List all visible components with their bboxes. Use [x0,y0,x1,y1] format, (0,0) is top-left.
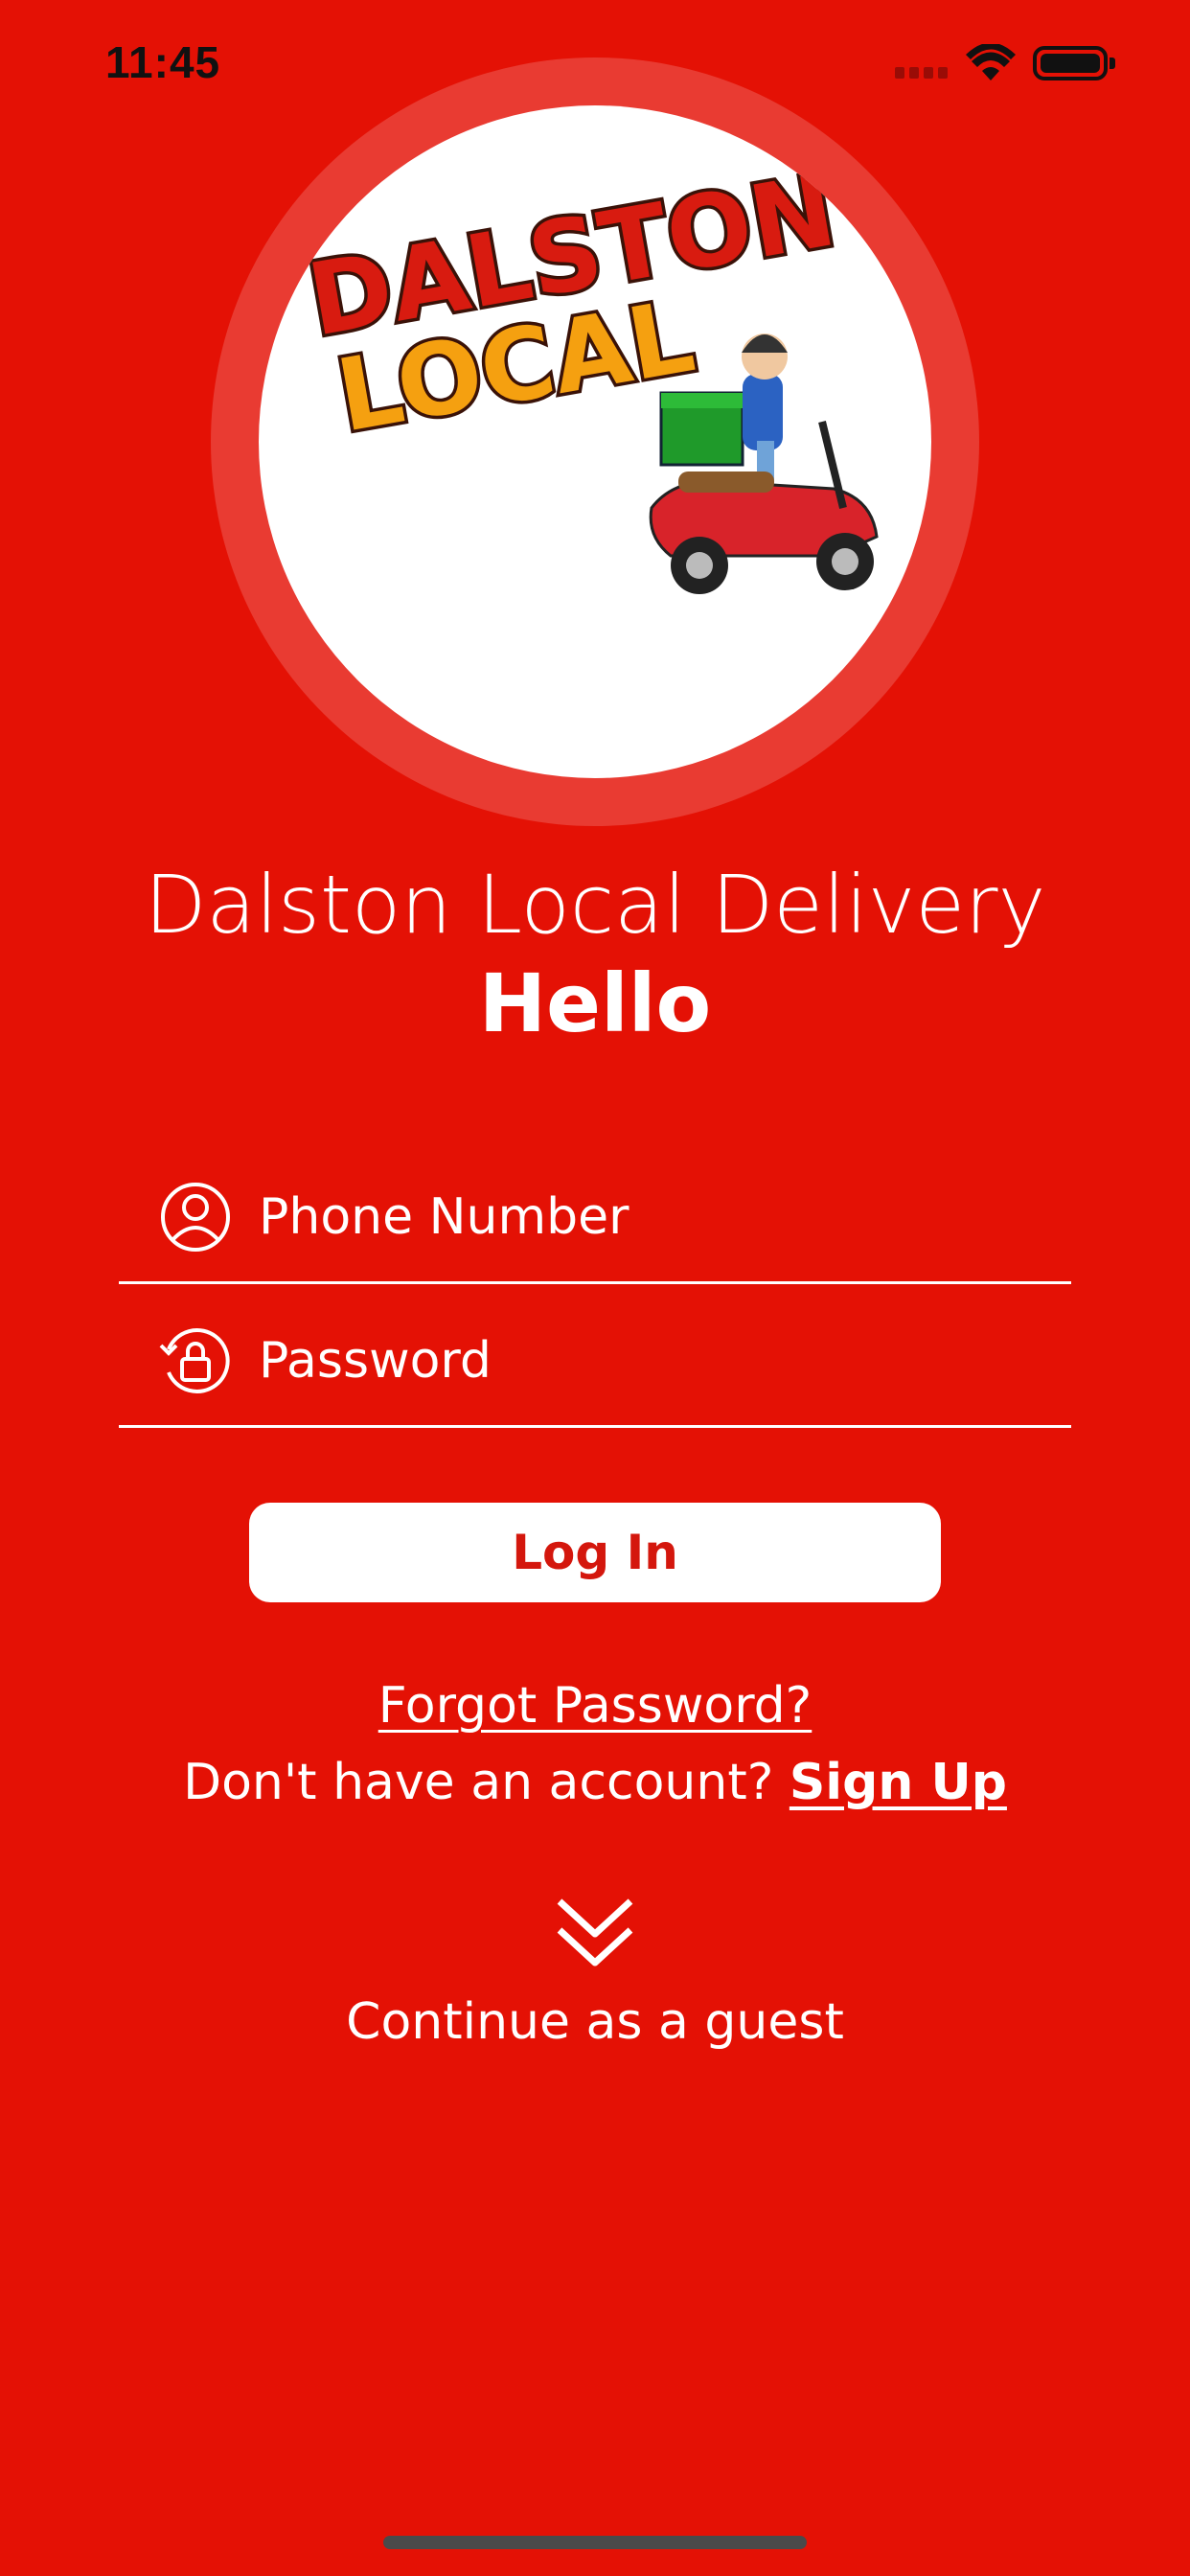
battery-icon [1033,46,1108,80]
forgot-password-link[interactable]: Forgot Password? [0,1677,1190,1735]
password-field [119,1284,1071,1428]
forgot-password-label[interactable]: Forgot Password? [378,1677,812,1735]
phone-number-input[interactable] [259,1179,1044,1255]
wifi-icon [966,44,1016,80]
user-circle-icon [161,1183,230,1252]
double-chevron-down-icon[interactable] [556,1898,634,1968]
no-account-text: Don't have an account? [183,1754,774,1811]
home-indicator[interactable] [383,2536,807,2549]
login-button[interactable]: Log In [249,1503,941,1602]
signup-prompt: Don't have an account? Sign Up [0,1754,1190,1811]
sign-up-link[interactable]: Sign Up [790,1754,1007,1811]
greeting-heading: Hello [478,956,712,1050]
logo-graphic: DALSTON LOCAL [297,149,879,594]
status-icons [895,44,1125,82]
status-time: 11:45 [105,37,221,87]
battery-nub [1110,58,1115,69]
password-input[interactable] [259,1322,1044,1399]
app-title: Dalston Local Delivery [144,858,1046,952]
phone-number-field [119,1140,1071,1284]
logo: DALSTON LOCAL [259,105,931,778]
continue-as-guest-link[interactable]: Continue as a guest [0,1993,1190,2051]
lock-rotate-icon [159,1328,230,1393]
signal-icon [895,67,949,79]
